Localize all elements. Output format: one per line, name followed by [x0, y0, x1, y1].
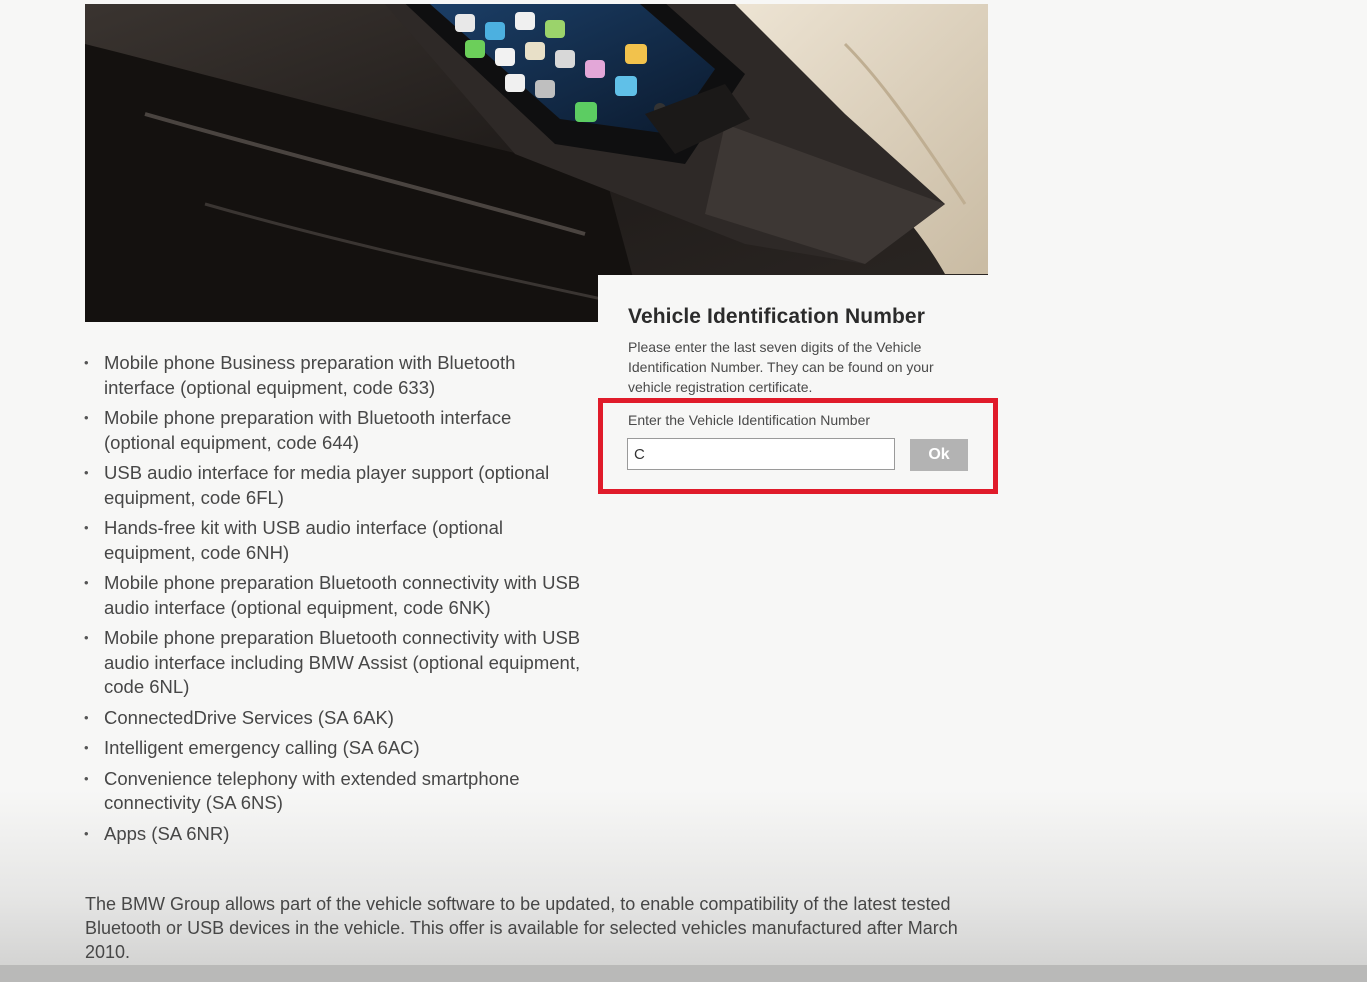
list-item-text: Intelligent emergency calling (SA 6AC)	[104, 737, 420, 758]
bullet-icon: •	[84, 825, 89, 841]
vin-title: Vehicle Identification Number	[628, 305, 925, 328]
bullet-icon: •	[84, 575, 89, 590]
bullet-icon: •	[84, 630, 89, 645]
vin-description: Please enter the last seven digits of th…	[628, 339, 934, 395]
list-item: • Hands-free kit with USB audio interface…	[84, 516, 584, 565]
list-item: • Mobile phone preparation with Bluetooth…	[84, 406, 584, 455]
bullet-icon: •	[84, 355, 89, 370]
bullet-icon: •	[84, 520, 89, 535]
list-item-text: USB audio interface for media player sup…	[104, 462, 550, 508]
list-item: • Mobile phone preparation Bluetooth conn…	[84, 571, 584, 620]
vin-field-label: Enter the Vehicle Identification Number	[628, 412, 871, 428]
list-item: • Convenience telephony with extended sma…	[84, 767, 584, 816]
feature-list: • Mobile phone Business preparation with …	[84, 351, 584, 852]
bullet-icon: •	[84, 410, 89, 425]
list-item-text: ConnectedDrive Services (SA 6AK)	[104, 706, 394, 728]
list-item-text: Hands-free kit with USB audio interface …	[104, 517, 503, 563]
list-item-text: Convenience telephony with extended smar…	[104, 767, 520, 814]
list-item-text: Mobile phone preparation Bluetooth conne…	[104, 572, 581, 618]
list-item: • USB audio interface for media player su…	[84, 461, 584, 510]
ok-button[interactable]: Ok	[910, 439, 968, 471]
vin-input[interactable]	[627, 438, 895, 470]
list-item-text: Apps (SA 6NR)	[104, 822, 230, 844]
bullet-icon: •	[84, 709, 89, 725]
list-item: • ConnectedDrive Services (SA 6AK)	[84, 706, 584, 731]
list-item-text: Mobile phone Business preparation with B…	[104, 352, 516, 398]
list-item-text: Mobile phone preparation Bluetooth conne…	[104, 627, 581, 697]
list-item: • Apps (SA 6NR)	[84, 822, 584, 847]
bullet-icon: •	[84, 740, 89, 755]
list-item-text: Mobile phone preparation with Bluetooth …	[104, 407, 512, 453]
bottom-bar	[0, 965, 1367, 982]
bullet-icon: •	[84, 465, 89, 480]
list-item: • Mobile phone preparation Bluetooth conn…	[84, 626, 584, 700]
footer-text: The BMW Group allows part of the vehicle…	[85, 894, 958, 962]
bullet-icon: •	[84, 770, 89, 786]
list-item: • Mobile phone Business preparation with …	[84, 351, 584, 400]
list-item: • Intelligent emergency calling (SA 6AC)	[84, 736, 584, 761]
